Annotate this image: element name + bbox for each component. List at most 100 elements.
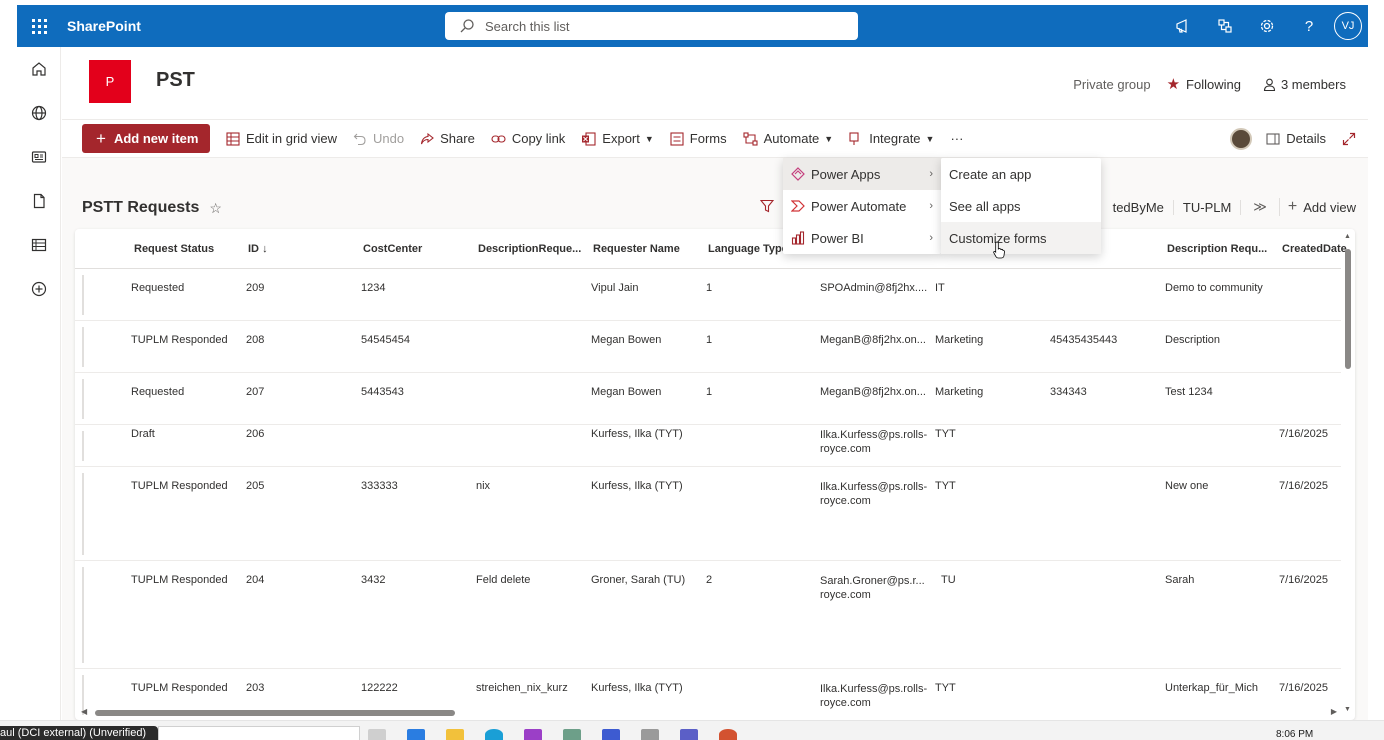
app-icon[interactable]: [563, 729, 581, 740]
home-icon[interactable]: [17, 47, 61, 91]
cell-email: Ilka.Kurfess@ps.rolls-royce.com: [820, 429, 928, 455]
more-views-icon[interactable]: ≫: [1241, 199, 1279, 215]
scroll-thumb[interactable]: [1345, 249, 1351, 369]
scroll-left-icon[interactable]: ◀: [81, 707, 87, 716]
table-row[interactable]: TUPLM Responded 208 54545454 Megan Bowen…: [75, 321, 1341, 373]
site-title[interactable]: PST: [156, 69, 195, 92]
share-button[interactable]: Share: [420, 131, 475, 146]
menu-item-power-apps[interactable]: Power Apps ›: [783, 158, 941, 190]
column-header-requester-name[interactable]: Requester Name: [593, 243, 680, 255]
star-outline-icon[interactable]: ☆: [209, 200, 222, 217]
row-selector[interactable]: [82, 473, 84, 555]
details-button[interactable]: Details: [1266, 131, 1326, 146]
undo-button[interactable]: Undo: [353, 131, 404, 146]
list-title[interactable]: PSTT Requests: [82, 199, 199, 217]
expand-icon[interactable]: [1342, 132, 1356, 146]
edit-grid-view-button[interactable]: Edit in grid view: [226, 131, 337, 146]
table-row[interactable]: Requested 207 5443543 Megan Bowen 1 Mega…: [75, 373, 1341, 425]
filter-icon[interactable]: [759, 199, 775, 218]
column-header-costcenter[interactable]: CostCenter: [363, 243, 422, 255]
add-view-button[interactable]: + Add view: [1278, 198, 1368, 216]
screen-frame: [0, 0, 17, 740]
waffle-icon[interactable]: [17, 5, 61, 47]
table-row[interactable]: TUPLM Responded 204 3432 Feld delete Gro…: [75, 561, 1341, 669]
cell-dept: TYT: [935, 682, 956, 694]
gear-icon[interactable]: [1246, 5, 1288, 47]
vertical-scrollbar[interactable]: ▲ ▼: [1343, 233, 1353, 713]
export-button[interactable]: Export ▼: [581, 131, 654, 146]
scroll-down-icon[interactable]: ▼: [1344, 706, 1351, 713]
left-rail: [17, 47, 61, 720]
help-icon[interactable]: ?: [1288, 5, 1330, 47]
table-row[interactable]: Draft 206 Kurfess, Ilka (TYT) Ilka.Kurfe…: [75, 425, 1341, 467]
taskbar-search[interactable]: [158, 726, 360, 740]
table-row[interactable]: TUPLM Responded 205 333333 nix Kurfess, …: [75, 467, 1341, 561]
table-row[interactable]: Requested 209 1234 Vipul Jain 1 SPOAdmin…: [75, 269, 1341, 321]
column-header-created-date[interactable]: CreatedDate: [1282, 243, 1347, 255]
user-photo[interactable]: [1230, 127, 1253, 150]
menu-item-power-automate[interactable]: Power Automate ›: [783, 190, 941, 222]
more-button[interactable]: ···: [950, 131, 963, 146]
row-selector[interactable]: [82, 327, 84, 367]
cell-id: 205: [246, 480, 265, 492]
add-new-item-button[interactable]: + Add new item: [82, 124, 210, 153]
scroll-up-icon[interactable]: ▲: [1344, 233, 1351, 240]
avatar[interactable]: VJ: [1334, 12, 1362, 40]
news-icon[interactable]: [17, 135, 61, 179]
globe-icon[interactable]: [17, 91, 61, 135]
megaphone-icon[interactable]: [1162, 5, 1204, 47]
add-circle-icon[interactable]: [17, 267, 61, 311]
site-logo[interactable]: P: [89, 60, 131, 103]
notepad-icon[interactable]: [641, 729, 659, 740]
row-selector[interactable]: [82, 567, 84, 663]
cell-requester: Megan Bowen: [591, 386, 662, 398]
scroll-right-icon[interactable]: ▶: [1331, 707, 1337, 716]
app-icon[interactable]: [602, 729, 620, 740]
view-tab[interactable]: TU-PLM: [1174, 199, 1242, 215]
teams-icon[interactable]: [680, 729, 698, 740]
system-clock: 8:06 PM: [1276, 729, 1314, 740]
row-selector[interactable]: [82, 431, 84, 461]
edge-icon[interactable]: [407, 729, 425, 740]
app-name[interactable]: SharePoint: [67, 18, 141, 34]
column-header-description-request[interactable]: DescriptionReque...: [478, 243, 581, 255]
search-input[interactable]: Search this list: [445, 12, 858, 40]
task-view-icon[interactable]: [368, 729, 386, 740]
cell-id: 209: [246, 282, 265, 294]
folder-icon[interactable]: [446, 729, 464, 740]
submenu-customize-forms[interactable]: Customize forms: [941, 222, 1101, 254]
copy-link-button[interactable]: Copy link: [491, 131, 565, 146]
cell-cost: 1234: [361, 282, 386, 294]
cell-description: Demo to community: [1165, 282, 1263, 294]
view-tab[interactable]: tedByMe: [1104, 199, 1174, 215]
list-icon[interactable]: [17, 223, 61, 267]
integrate-button[interactable]: Integrate ▼: [849, 131, 934, 146]
cell-requester: Kurfess, Ilka (TYT): [591, 682, 683, 694]
cell-cost: 54545454: [361, 334, 410, 346]
menu-item-power-bi[interactable]: Power BI ›: [783, 222, 941, 254]
row-selector[interactable]: [82, 275, 84, 315]
column-header-language-type[interactable]: Language Type: [708, 243, 788, 255]
browser-icon[interactable]: [485, 729, 503, 740]
column-header-request-status[interactable]: Request Status: [134, 243, 214, 255]
following-button[interactable]: ★ Following: [1167, 75, 1241, 93]
horizontal-scrollbar[interactable]: ◀ ▶: [81, 707, 1337, 718]
scroll-thumb[interactable]: [95, 710, 455, 716]
column-header-description[interactable]: Description Requ...: [1167, 243, 1267, 255]
document-icon[interactable]: [17, 179, 61, 223]
cell-requester: Megan Bowen: [591, 334, 662, 346]
share-label: Share: [440, 131, 475, 146]
automate-button[interactable]: Automate ▼: [743, 131, 833, 146]
share-network-icon[interactable]: [1204, 5, 1246, 47]
column-header-id[interactable]: ID ↓: [248, 243, 268, 255]
submenu-create-app[interactable]: Create an app: [941, 158, 1101, 190]
cell-num: 45435435443: [1050, 334, 1118, 346]
submenu-see-all-apps[interactable]: See all apps: [941, 190, 1101, 222]
members-button[interactable]: 3 members: [1263, 77, 1346, 92]
cell-description: Unterkap_für_Mich: [1165, 682, 1258, 694]
powerpoint-icon[interactable]: [719, 729, 737, 740]
forms-button[interactable]: Forms: [670, 131, 727, 146]
row-selector[interactable]: [82, 379, 84, 419]
cell-status: TUPLM Responded: [131, 480, 228, 492]
onenote-icon[interactable]: [524, 729, 542, 740]
